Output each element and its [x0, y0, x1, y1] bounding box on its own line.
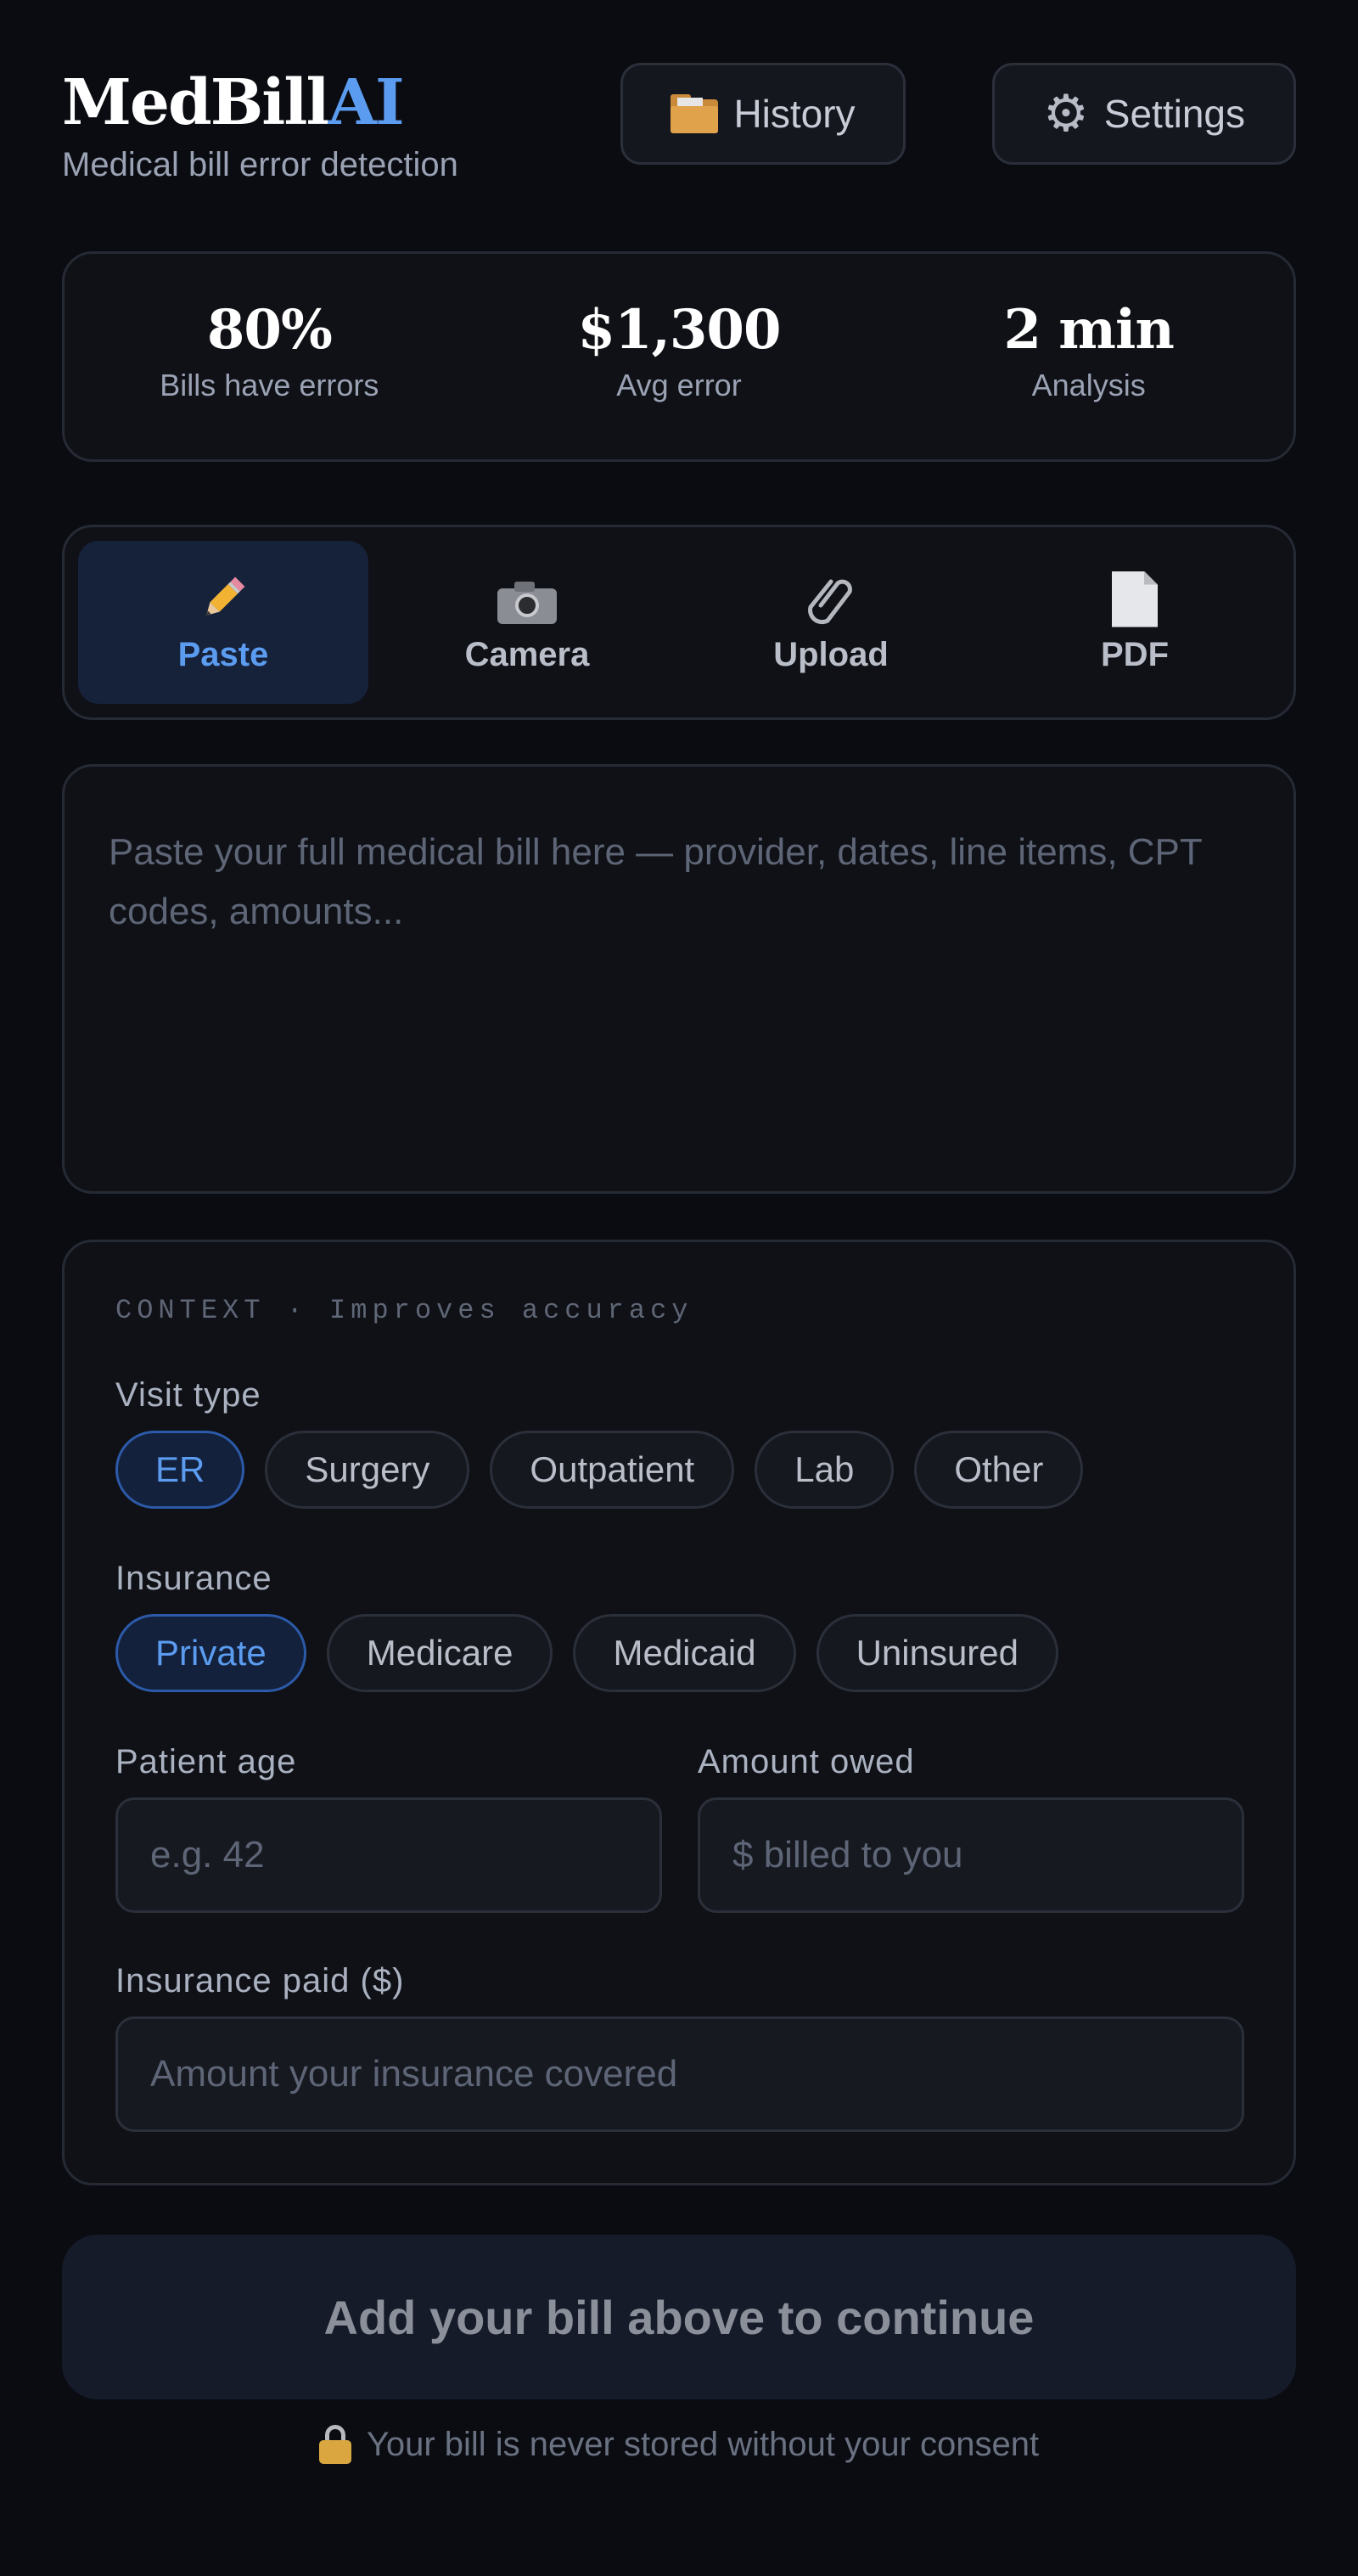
insurance-label: Insurance	[115, 1560, 272, 1597]
chip-insurance-uninsured[interactable]: Uninsured	[816, 1614, 1059, 1692]
chip-visit-outpatient[interactable]: Outpatient	[490, 1431, 735, 1509]
stat-value: 2 min	[1003, 298, 1174, 362]
bill-paste-box	[62, 764, 1296, 1194]
context-card: CONTEXT · Improves accuracy Visit type E…	[62, 1240, 1296, 2185]
stat-label: Bills have errors	[160, 368, 379, 402]
app-logo: MedBillAI	[62, 65, 458, 141]
amount-owed-field	[698, 1797, 1244, 1913]
visit-type-chips: ER Surgery Outpatient Lab Other	[115, 1431, 1084, 1509]
insurance-paid-label: Insurance paid ($)	[115, 1962, 405, 1999]
paperclip-icon	[804, 571, 858, 631]
stat-value: 80%	[206, 298, 333, 362]
insurance-chips: Private Medicare Medicaid Uninsured	[115, 1614, 1059, 1692]
app-header: MedBillAI Medical bill error detection H…	[62, 59, 1296, 195]
visit-type-label: Visit type	[115, 1376, 261, 1414]
stat-label: Analysis	[1031, 368, 1146, 402]
patient-age-label: Patient age	[115, 1743, 297, 1780]
chip-visit-surgery[interactable]: Surgery	[265, 1431, 470, 1509]
tab-pdf[interactable]: PDF	[990, 541, 1280, 704]
tab-paste[interactable]: Paste	[78, 541, 368, 704]
camera-icon	[497, 571, 557, 631]
stat-value: $1,300	[577, 298, 782, 362]
amount-owed-input[interactable]	[732, 1834, 1209, 1876]
tab-label: Upload	[773, 635, 889, 673]
chip-visit-er[interactable]: ER	[115, 1431, 245, 1509]
logo-main-text: MedBill	[62, 66, 330, 139]
tab-label: Camera	[464, 635, 590, 673]
stat-analysis-time: 2 min Analysis	[884, 254, 1293, 459]
stat-error-rate: 80% Bills have errors	[65, 254, 474, 459]
tab-upload[interactable]: Upload	[686, 541, 976, 704]
stat-label: Avg error	[616, 368, 742, 402]
chip-visit-lab[interactable]: Lab	[755, 1431, 895, 1509]
app-tagline: Medical bill error detection	[62, 146, 458, 183]
patient-age-input[interactable]	[150, 1834, 627, 1876]
settings-button[interactable]: ⚙ Settings	[992, 63, 1296, 165]
patient-age-field	[115, 1797, 662, 1913]
history-button[interactable]: History	[620, 63, 906, 165]
chip-insurance-medicare[interactable]: Medicare	[326, 1614, 553, 1692]
document-icon	[1112, 571, 1158, 631]
pencil-icon	[196, 571, 250, 631]
chip-insurance-medicaid[interactable]: Medicaid	[573, 1614, 796, 1692]
privacy-note-text: Your bill is never stored without your c…	[366, 2425, 1040, 2463]
insurance-paid-input[interactable]	[150, 2053, 1209, 2095]
brand: MedBillAI Medical bill error detection	[62, 65, 458, 185]
chip-insurance-private[interactable]: Private	[115, 1614, 306, 1692]
stats-card: 80% Bills have errors $1,300 Avg error 2…	[62, 251, 1296, 462]
tab-label: Paste	[177, 635, 269, 673]
continue-button[interactable]: Add your bill above to continue	[62, 2235, 1296, 2399]
input-method-tabs: Paste Camera Upload PDF	[62, 525, 1296, 720]
history-button-label: History	[733, 92, 856, 136]
insurance-paid-field	[115, 2016, 1244, 2132]
stat-avg-error: $1,300 Avg error	[474, 254, 884, 459]
chip-visit-other[interactable]: Other	[914, 1431, 1084, 1509]
context-title: CONTEXT · Improves accuracy	[115, 1295, 693, 1326]
logo-accent-text: AI	[328, 66, 405, 139]
privacy-note: Your bill is never stored without your c…	[62, 2425, 1296, 2464]
amount-owed-label: Amount owed	[698, 1743, 915, 1780]
folder-icon	[671, 94, 719, 133]
tab-label: PDF	[1101, 635, 1169, 673]
tab-camera[interactable]: Camera	[382, 541, 672, 704]
settings-button-label: Settings	[1103, 92, 1245, 136]
bill-textarea[interactable]	[109, 823, 1249, 1135]
lock-icon	[318, 2425, 351, 2464]
gear-icon: ⚙	[1042, 84, 1089, 143]
